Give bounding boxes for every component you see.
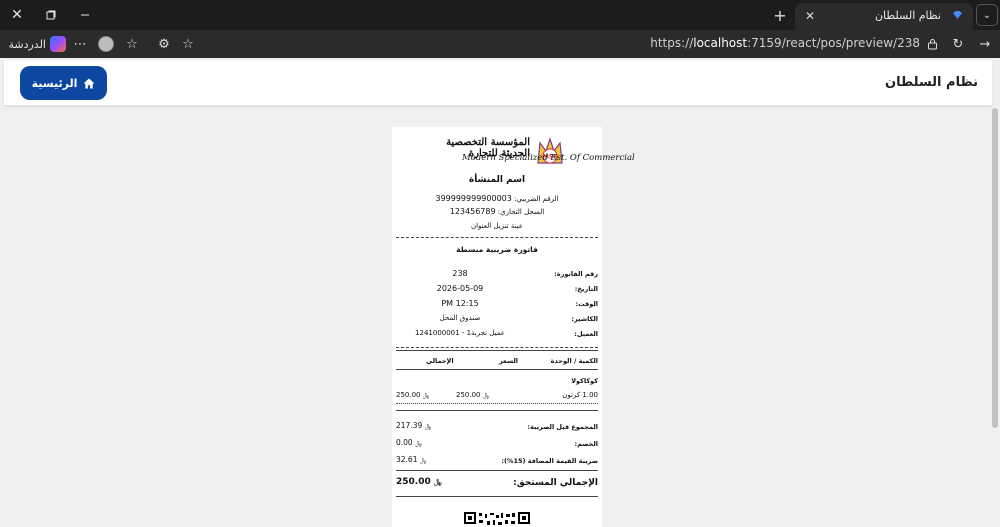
cr-number-line: السجل التجاري: 123456789 [392, 207, 602, 216]
extensions-icon[interactable]: ⚙ [154, 34, 174, 54]
item-total-value: 250.00 [396, 391, 421, 399]
currency-icon: ﷼ [482, 392, 490, 399]
copilot-icon [50, 36, 66, 52]
minimize-icon[interactable] [68, 0, 102, 30]
col-price: السعر [499, 357, 518, 365]
cashier-label: الكاشير: [571, 315, 598, 323]
browser-toolbar: الدردشة ⋯ ☆ ⚙ ☆ https://localhost:7159/r… [0, 30, 1000, 58]
more-icon[interactable]: ⋯ [70, 34, 90, 54]
divider [396, 496, 598, 497]
grand-total-value: 250.00 [396, 477, 431, 487]
invoice-number-label: رقم الفاتورة: [554, 270, 598, 278]
url-prefix: https:// [650, 36, 694, 50]
invoice-type: فاتورة ضريبية مبسطة [456, 245, 538, 254]
cashier-value: صندوق المحل [439, 314, 481, 322]
divider [396, 350, 598, 351]
forward-icon[interactable]: → [975, 34, 995, 54]
vat: ﷼ 32.61 [396, 455, 427, 465]
logo-english-text: Modern Specialized Est. Of Commercial [462, 153, 635, 163]
lock-icon[interactable] [922, 34, 942, 54]
page-viewport: الرئيسية نظام السلطان MSE المؤسسة التخصص… [0, 58, 1000, 527]
time-value: 12:15 PM [441, 299, 479, 308]
grand-total-label: الإجمالي المستحق: [513, 478, 598, 488]
invoice-number-value: 238 [452, 269, 468, 278]
col-total: الإجمالي [426, 357, 454, 365]
tab-close-icon[interactable]: ✕ [801, 7, 819, 25]
discount-value: 0.00 [396, 438, 413, 447]
divider [396, 410, 598, 411]
item-qty-unit: 1.00 كرتون [562, 391, 598, 399]
address: عينة تنزيل العنوان [470, 222, 524, 230]
chat-label: الدردشة [8, 37, 46, 51]
subtotal-label: المجموع قبل الضريبة: [527, 423, 598, 431]
chat-button[interactable]: الدردشة [6, 33, 66, 55]
item-name: كوكاكولا [571, 377, 598, 385]
vat-label: ضريبة القيمة المضافة (15%): [501, 457, 598, 465]
divider [396, 470, 598, 471]
qr-code-icon [464, 512, 530, 525]
url-host: localhost [693, 36, 748, 50]
home-icon [83, 78, 95, 88]
currency-icon: ﷼ [422, 392, 430, 399]
restore-icon[interactable] [34, 0, 68, 30]
profile-avatar[interactable] [96, 34, 116, 54]
app-header: الرئيسية نظام السلطان [4, 60, 992, 106]
url-rest: :7159/react/pos/preview/238 [747, 36, 920, 50]
home-button[interactable]: الرئيسية [20, 66, 107, 100]
tab-menu-icon[interactable]: ⌄ [976, 4, 998, 26]
item-price: ﷼ 250.00 [456, 391, 489, 400]
close-icon[interactable]: ✕ [0, 0, 34, 30]
tax-number-line: الرقم الضريبي: 399999999900003 [392, 194, 602, 203]
date-label: التاريخ: [574, 285, 598, 293]
new-tab-icon[interactable]: + [770, 6, 790, 25]
company-logo: MSE المؤسسة التخصصية الحديثة للتجارة Mod… [426, 133, 635, 169]
col-qty-unit: الكمية / الوحدة [550, 357, 598, 365]
currency-icon: ﷼ [424, 423, 432, 430]
scrollbar[interactable] [992, 108, 998, 428]
refresh-icon[interactable]: ↻ [948, 34, 968, 54]
customer-label: العميل: [574, 330, 598, 338]
divider [396, 403, 598, 404]
currency-icon: ﷼ [415, 440, 422, 447]
item-price-value: 250.00 [456, 391, 481, 399]
tab-favicon-icon [953, 11, 962, 19]
org-name: اسم المنشأة [468, 175, 526, 185]
divider [396, 347, 598, 348]
tax-number-label: الرقم الضريبي: [514, 195, 559, 203]
cr-number: 123456789 [449, 207, 496, 216]
invoice-receipt: MSE المؤسسة التخصصية الحديثة للتجارة Mod… [392, 127, 635, 527]
customer-value: عميل تجربة1 - 1241000001 [415, 329, 505, 337]
address-bar[interactable]: https://localhost:7159/react/pos/preview… [600, 36, 920, 52]
title-bar: ✕ + ✕ نظام السلطان ⌄ [0, 0, 1000, 30]
add-favorite-icon[interactable]: ☆ [178, 34, 198, 54]
home-label: الرئيسية [31, 76, 78, 90]
avatar [98, 36, 114, 52]
favorites-icon[interactable]: ☆ [122, 34, 142, 54]
browser-tab[interactable]: ✕ نظام السلطان [795, 3, 973, 30]
divider [396, 369, 598, 370]
item-total: ﷼ 250.00 [396, 391, 429, 400]
currency-icon: ﷼ [419, 457, 427, 464]
cr-number-label: السجل التجاري: [497, 208, 545, 216]
discount: ﷼ 0.00 [396, 438, 422, 448]
divider [396, 237, 598, 238]
time-label: الوقت: [575, 300, 598, 308]
page-title: نظام السلطان [885, 75, 978, 90]
date-value: 2026-05-09 [436, 284, 484, 293]
tab-title: نظام السلطان [874, 9, 941, 22]
vat-value: 32.61 [396, 455, 418, 464]
subtotal: ﷼ 217.39 [396, 421, 431, 431]
subtotal-value: 217.39 [396, 421, 423, 430]
discount-label: الخصم: [574, 440, 598, 448]
currency-icon: ﷼ [433, 478, 442, 486]
tax-number: 399999999900003 [435, 194, 512, 203]
grand-total: ﷼ 250.00 [396, 477, 442, 487]
